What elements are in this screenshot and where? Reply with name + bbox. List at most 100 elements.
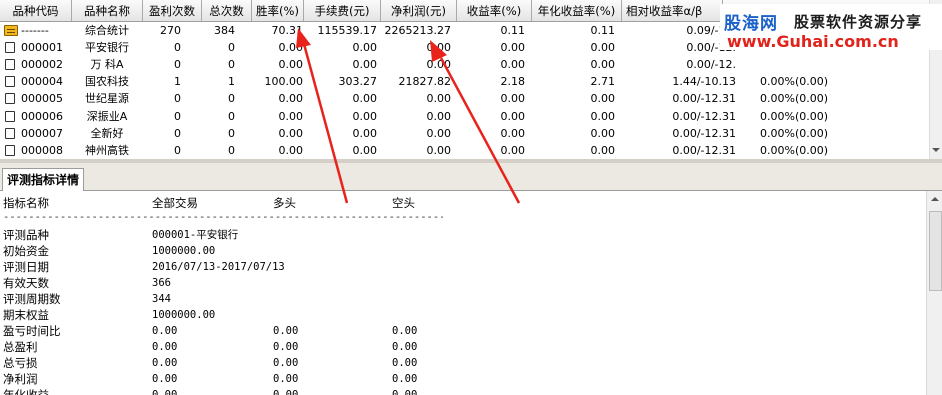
detail-metric-long: 0.00 (273, 373, 299, 385)
cell-name: 平安银行 (85, 41, 129, 55)
detail-info-value: 1000000.00 (152, 245, 216, 257)
cell-wins: 270 (160, 24, 181, 37)
detail-separator: ----------------------------------------… (3, 211, 443, 223)
tab-bar: 评测指标详情 (0, 163, 942, 191)
table-row[interactable]: 000007 全新好 0 0 0.00 0.00 0.00 0.00 0.00 0.00/-12.… (0, 125, 929, 142)
cell-ret: 0.00 (500, 143, 526, 157)
table-row[interactable]: 000005 世纪星源 0 0 0.00 0.00 0.00 0.00 0.00 0.00/-12… (0, 90, 929, 107)
detail-metric-short: 0.00 (392, 357, 418, 369)
cell-extra: 0.00%(0.00) (760, 92, 829, 106)
col-header-wins[interactable]: 盈利次数 (143, 0, 202, 21)
table-row[interactable]: 000004 国农科技 1 1 100.00 303.27 21827.82 2.18 2.71… (0, 73, 929, 90)
detail-metric-short: 0.00 (392, 341, 418, 353)
table-row[interactable]: 000008 神州高铁 0 0 0.00 0.00 0.00 0.00 0.00 0.00/-12… (0, 142, 929, 159)
cell-code: 000005 (21, 92, 63, 106)
cell-extra: 0.00%(0.00) (760, 75, 829, 89)
cell-annret: 0.11 (590, 24, 616, 37)
watermark-slogan: 股票软件资源分享 (794, 13, 923, 31)
cell-wins: 0 (174, 58, 181, 72)
document-icon (5, 76, 15, 88)
detail-metric-short: 0.00 (392, 373, 418, 385)
cell-fee: 303.27 (338, 75, 378, 89)
cell-ret: 0.00 (500, 41, 526, 55)
document-icon (5, 144, 15, 156)
col-header-winrate[interactable]: 胜率(%) (252, 0, 304, 21)
cell-winrate: 0.00 (278, 126, 304, 140)
cell-profit: 2265213.27 (384, 24, 451, 37)
cell-rel: 0.00/-12.31 (672, 109, 736, 123)
cell-fee: 0.00 (352, 58, 378, 72)
col-header-profit[interactable]: 净利润(元) (381, 0, 457, 21)
cell-winrate: 0.00 (278, 58, 304, 72)
scroll-down-arrow-icon[interactable] (932, 148, 940, 152)
cell-ret: 0.00 (500, 126, 526, 140)
detail-metric-all: 0.00 (152, 325, 178, 337)
scrollbar-thumb[interactable] (929, 211, 942, 291)
cell-extra (760, 56, 880, 73)
cell-annret: 0.00 (590, 92, 616, 106)
detail-info-value: 2016/07/13-2017/07/13 (152, 261, 285, 273)
cell-name: 综合统计 (85, 24, 129, 37)
cell-rel: 0.09/-12. (686, 24, 736, 37)
cell-extra: 0.00%(0.00) (760, 126, 829, 140)
detail-metric-long: 0.00 (273, 325, 299, 337)
cell-winrate: 100.00 (264, 75, 304, 89)
cell-profit: 0.00 (426, 41, 452, 55)
watermark-url: www.Guhai.com.cn (727, 32, 899, 51)
cell-profit: 21827.82 (398, 75, 452, 89)
cell-total: 0 (228, 143, 235, 157)
cell-profit: 0.00 (426, 109, 452, 123)
table-row[interactable]: 000006 深振业A 0 0 0.00 0.00 0.00 0.00 0.00 0.00/-12… (0, 108, 929, 125)
summary-icon (4, 25, 18, 36)
cell-profit: 0.00 (426, 143, 452, 157)
cell-name: 国农科技 (85, 75, 129, 89)
col-header-code[interactable]: 品种代码 (0, 0, 72, 21)
cell-wins: 1 (174, 75, 181, 89)
col-header-relative-return[interactable]: 相对收益率α/β (622, 0, 723, 21)
cell-wins: 0 (174, 126, 181, 140)
scroll-up-arrow-icon[interactable] (931, 197, 939, 201)
cell-total: 0 (228, 92, 235, 106)
cell-winrate: 0.00 (278, 143, 304, 157)
cell-rel: 0.00/-12. (686, 41, 736, 55)
cell-ret: 0.00 (500, 58, 526, 72)
detail-vertical-scrollbar[interactable] (926, 191, 942, 395)
cell-fee: 0.00 (352, 41, 378, 55)
detail-metric-label: 净利润 (3, 372, 38, 386)
cell-fee: 0.00 (352, 143, 378, 157)
cell-rel: 0.00/-12.31 (672, 126, 736, 140)
cell-annret: 0.00 (590, 109, 616, 123)
cell-annret: 0.00 (590, 58, 616, 72)
cell-total: 0 (228, 109, 235, 123)
detail-metric-label: 总亏损 (3, 356, 38, 370)
detail-metric-long: 0.00 (273, 341, 299, 353)
cell-rel: 0.00/-12.31 (672, 143, 736, 157)
cell-wins: 0 (174, 143, 181, 157)
cell-extra: 0.00%(0.00) (760, 143, 829, 157)
detail-metric-all: 0.00 (152, 373, 178, 385)
col-header-name[interactable]: 品种名称 (72, 0, 143, 21)
cell-name: 深振业A (86, 109, 128, 123)
detail-info-label: 评测周期数 (3, 292, 61, 306)
col-header-return[interactable]: 收益率(%) (457, 0, 532, 21)
cell-rel: 1.44/-10.13 (672, 75, 736, 89)
document-icon (5, 127, 15, 139)
detail-metric-long: 0.00 (273, 389, 299, 395)
detail-info-label: 评测日期 (3, 260, 49, 274)
col-header-fee[interactable]: 手续费(元) (304, 0, 381, 21)
detail-metric-short: 0.00 (392, 389, 418, 395)
document-icon (5, 42, 15, 54)
detail-info-value: 1000000.00 (152, 309, 216, 321)
cell-annret: 0.00 (590, 143, 616, 157)
cell-fee: 0.00 (352, 92, 378, 106)
cell-fee: 0.00 (352, 109, 378, 123)
table-row[interactable]: 000002 万 科A 0 0 0.00 0.00 0.00 0.00 0.00 0.00/-12… (0, 56, 929, 73)
detail-metric-all: 0.00 (152, 389, 178, 395)
col-header-total[interactable]: 总次数 (202, 0, 252, 21)
cell-winrate: 70.31 (271, 24, 304, 37)
tab-evaluation-details[interactable]: 评测指标详情 (2, 168, 85, 191)
cell-annret: 0.00 (590, 41, 616, 55)
detail-metric-label: 盈亏时间比 (3, 324, 61, 338)
col-header-annual-return[interactable]: 年化收益率(%) (532, 0, 622, 21)
evaluation-detail-panel: 指标名称 全部交易 多头 空头 ------------------------… (0, 191, 926, 395)
